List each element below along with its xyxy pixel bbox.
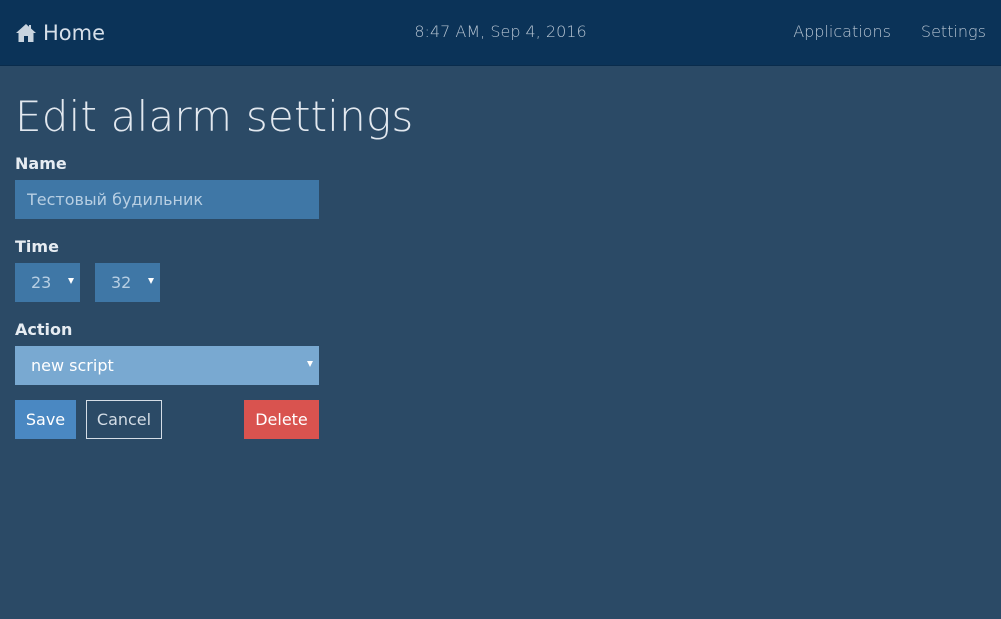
button-row: Save Cancel Delete	[15, 400, 319, 439]
alarm-edit-form: Edit alarm settings Name Time 23 32 Acti…	[15, 90, 414, 439]
top-navbar: Home 8:47 AM, Sep 4, 2016 Applications S…	[0, 0, 1001, 66]
home-link-label: Home	[43, 21, 106, 45]
caret-down-icon	[148, 278, 154, 284]
time-row: 23 32	[15, 263, 355, 302]
home-icon	[16, 24, 36, 42]
minute-select-value: 32	[111, 273, 132, 292]
nav-link-applications[interactable]: Applications	[793, 22, 891, 41]
nav-link-settings[interactable]: Settings	[921, 22, 986, 41]
time-label: Time	[15, 237, 59, 256]
caret-down-icon	[68, 278, 74, 284]
action-label: Action	[15, 320, 73, 339]
hour-select-value: 23	[31, 273, 52, 292]
delete-button[interactable]: Delete	[244, 400, 319, 439]
save-button[interactable]: Save	[15, 400, 76, 439]
cancel-button[interactable]: Cancel	[86, 400, 162, 439]
caret-down-icon	[307, 361, 313, 367]
name-label: Name	[15, 154, 67, 173]
name-input[interactable]	[15, 180, 319, 219]
nav-links: Applications Settings	[793, 22, 986, 41]
hour-select[interactable]: 23	[15, 263, 80, 302]
action-select[interactable]: new script	[15, 346, 319, 385]
minute-select[interactable]: 32	[95, 263, 160, 302]
action-select-value: new script	[31, 356, 114, 375]
page-title: Edit alarm settings	[15, 92, 414, 141]
home-link[interactable]: Home	[15, 19, 105, 47]
